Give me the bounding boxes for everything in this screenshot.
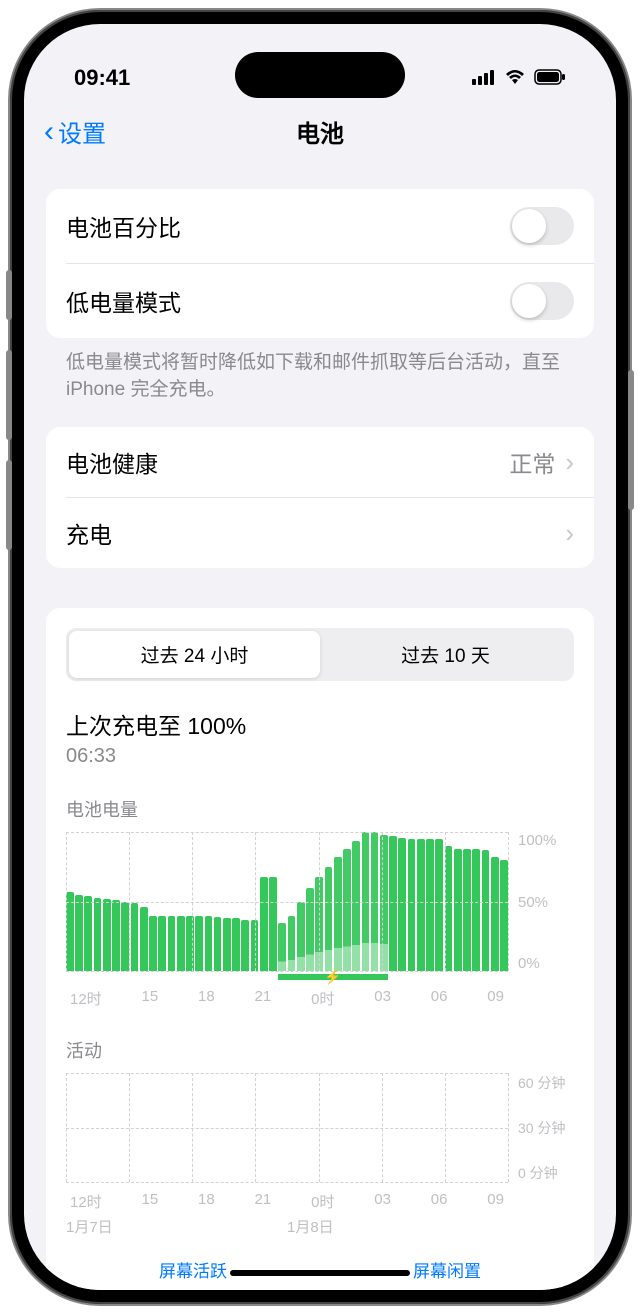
- last-charge-time: 06:33: [66, 745, 574, 768]
- activity-x-axis: 12时1518210时030609: [66, 1191, 508, 1212]
- settings-group-1: 电池百分比 低电量模式: [46, 189, 594, 338]
- chart-card: 过去 24 小时 过去 10 天 上次充电至 100% 06:33 电池电量 ⚡…: [46, 608, 594, 1290]
- segmented-control[interactable]: 过去 24 小时 过去 10 天: [66, 628, 574, 681]
- battery-level-title: 电池电量: [66, 796, 574, 822]
- legend-screen-off: 屏幕闲置: [413, 1257, 481, 1282]
- activity-title: 活动: [66, 1037, 574, 1063]
- battery-x-axis: 12时1518210时030609: [66, 988, 508, 1009]
- battery-health-label: 电池健康: [66, 445, 158, 479]
- wifi-icon: [504, 65, 526, 91]
- charging-label: 充电: [66, 516, 112, 550]
- activity-y-axis: 60 分钟30 分钟0 分钟: [518, 1073, 574, 1183]
- screen: 09:41 ‹ 设置 电池 电: [24, 24, 616, 1290]
- legend-screen-on: 屏幕活跃: [159, 1257, 227, 1282]
- chevron-right-icon: ›: [565, 447, 574, 478]
- charging-row[interactable]: 充电 ›: [46, 498, 594, 568]
- activity-chart[interactable]: [66, 1073, 508, 1183]
- battery-percentage-row[interactable]: 电池百分比: [46, 189, 594, 263]
- last-charge-title: 上次充电至 100%: [66, 707, 574, 741]
- home-indicator[interactable]: [230, 1270, 410, 1276]
- chevron-left-icon: ‹: [44, 115, 54, 149]
- charging-indicator: ⚡: [66, 974, 508, 980]
- back-button[interactable]: ‹ 设置: [44, 114, 106, 149]
- battery-level-chart[interactable]: [66, 832, 508, 972]
- low-power-mode-row[interactable]: 低电量模式: [46, 264, 594, 338]
- tab-10d[interactable]: 过去 10 天: [320, 631, 571, 678]
- battery-percentage-label: 电池百分比: [66, 209, 181, 243]
- battery-health-row[interactable]: 电池健康 正常 ›: [46, 427, 594, 497]
- battery-icon: [534, 65, 566, 91]
- activity-dates: 1月7日1月8日: [66, 1216, 508, 1237]
- low-power-footer: 低电量模式将暂时降低如下载和邮件抓取等后台活动，直至 iPhone 完全充电。: [46, 338, 594, 403]
- low-power-mode-switch[interactable]: [510, 282, 574, 320]
- signal-icon: [472, 65, 496, 91]
- settings-group-2: 电池健康 正常 › 充电 ›: [46, 427, 594, 568]
- back-label: 设置: [58, 114, 106, 149]
- chevron-right-icon: ›: [565, 518, 574, 549]
- battery-health-value: 正常: [509, 445, 555, 479]
- tab-24h[interactable]: 过去 24 小时: [69, 631, 320, 678]
- battery-y-axis: 100%50%0%: [518, 832, 574, 972]
- battery-percentage-switch[interactable]: [510, 207, 574, 245]
- dynamic-island: [235, 52, 405, 98]
- phone-frame: 09:41 ‹ 设置 电池 电: [10, 10, 630, 1304]
- low-power-mode-label: 低电量模式: [66, 284, 181, 318]
- nav-bar: ‹ 设置 电池: [24, 104, 616, 165]
- page-title: 电池: [296, 114, 344, 149]
- status-time: 09:41: [74, 65, 130, 91]
